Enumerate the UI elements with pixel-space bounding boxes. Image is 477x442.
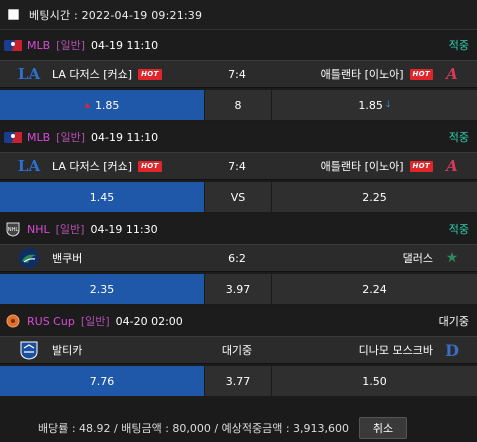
svg-text:NHL: NHL <box>8 227 19 233</box>
bet-time-label: 베팅시간 : 2022-04-19 09:21:39 <box>29 8 203 22</box>
league-type: [일반] <box>56 131 85 144</box>
odds-row: ▲ 1.85 8 1.85 🡓 <box>0 88 477 122</box>
match-score: 7:4 <box>228 159 246 173</box>
dynamo-logo-icon: D <box>445 340 459 360</box>
result-status: 적중 <box>448 39 469 52</box>
mlb-icon <box>4 129 22 145</box>
bet-slip-page: 베팅시간 : 2022-04-19 09:21:39 MLB [일반] 04-1… <box>0 0 477 442</box>
soccer-ball-icon <box>4 313 22 329</box>
league-type: [일반] <box>80 315 110 328</box>
draw-odds-value: VS <box>230 190 246 204</box>
result-status: 적중 <box>448 223 469 236</box>
home-odds-value: 7.76 <box>89 374 115 388</box>
odds-down-arrow-icon: 🡓 <box>385 100 391 110</box>
draw-odds-button[interactable]: 3.97 <box>205 274 271 304</box>
select-checkbox[interactable] <box>8 9 19 20</box>
result-status: 대기중 <box>438 315 469 328</box>
odds-row: 7.76 3.77 1.50 <box>0 364 477 398</box>
away-team-name: 디나모 모스크바 <box>358 344 433 357</box>
away-odds-value: 2.25 <box>362 190 387 204</box>
league-row: MLB [일반] 04-19 11:10 적중 <box>0 30 477 60</box>
away-odds-value: 2.24 <box>362 282 387 296</box>
league-row: NHL NHL [일반] 04-19 11:30 적중 <box>0 214 477 244</box>
home-odds-value: 1.85 <box>94 98 120 112</box>
away-odds-button[interactable]: 1.50 <box>272 366 477 396</box>
team-row: 밴쿠버 6:2 댈러스 ★ <box>0 244 477 272</box>
canucks-logo-icon <box>18 247 40 269</box>
bet-item: MLB [일반] 04-19 11:10 적중 LA LA 다저스 [커쇼] H… <box>0 30 477 122</box>
match-score: 7:4 <box>228 67 246 81</box>
mlb-icon <box>4 37 22 53</box>
away-team-name: 애틀랜타 [이노아] <box>320 160 404 173</box>
draw-odds-button[interactable]: VS <box>205 182 271 212</box>
bet-item: MLB [일반] 04-19 11:10 적중 LA LA 다저스 [커쇼] H… <box>0 122 477 214</box>
result-status: 적중 <box>448 131 469 144</box>
match-time: 04-19 11:10 <box>91 38 159 52</box>
team-row: LA LA 다저스 [커쇼] HOT 7:4 애틀랜타 [이노아] HOT A <box>0 60 477 88</box>
odds-row: 1.45 VS 2.25 <box>0 180 477 214</box>
match-time: 04-19 11:10 <box>91 130 159 144</box>
league-name: NHL <box>27 222 50 236</box>
away-team-name: 댈러스 <box>402 252 433 265</box>
league-name: MLB <box>27 130 51 144</box>
league-type: [일반] <box>55 223 85 236</box>
draw-odds-button[interactable]: 8 <box>205 90 271 120</box>
baltika-logo-icon <box>18 339 40 361</box>
draw-odds-button[interactable]: 3.77 <box>205 366 271 396</box>
home-odds-button[interactable]: 7.76 <box>0 366 204 396</box>
bet-item: NHL NHL [일반] 04-19 11:30 적중 밴쿠버 6:2 댈러스 … <box>0 214 477 306</box>
match-score: 6:2 <box>228 251 246 265</box>
hot-badge: HOT <box>138 160 162 172</box>
match-time: 04-20 02:00 <box>115 314 183 328</box>
home-team-name: 밴쿠버 <box>52 252 83 265</box>
home-odds-button[interactable]: 2.35 <box>0 274 204 304</box>
hot-badge: HOT <box>409 160 433 172</box>
away-team-name: 애틀랜타 [이노아] <box>320 68 404 81</box>
home-odds-button[interactable]: 1.45 <box>0 182 204 212</box>
draw-odds-value: 3.97 <box>225 282 251 296</box>
odds-up-arrow-icon: ▲ <box>84 101 90 109</box>
cancel-button[interactable]: 취소 <box>359 417 408 439</box>
hot-badge: HOT <box>138 68 162 80</box>
dodgers-logo-icon: LA <box>17 157 41 175</box>
match-time: 04-19 11:30 <box>90 222 158 236</box>
bet-summary-text: 배당률 : 48.92 / 배팅금액 : 80,000 / 예상적중금액 : 3… <box>38 422 350 435</box>
braves-logo-icon: A <box>446 157 458 175</box>
dodgers-logo-icon: LA <box>17 65 41 83</box>
bet-item: RUS Cup [일반] 04-20 02:00 대기중 발티카 대기중 디나모… <box>0 306 477 398</box>
league-name: RUS Cup <box>27 314 75 328</box>
team-row: LA LA 다저스 [커쇼] HOT 7:4 애틀랜타 [이노아] HOT A <box>0 152 477 180</box>
league-name: MLB <box>27 38 51 52</box>
nhl-icon: NHL <box>4 221 22 237</box>
away-odds-value: 1.85 <box>358 98 383 112</box>
team-row: 발티카 대기중 디나모 모스크바 D <box>0 336 477 364</box>
match-score: 대기중 <box>221 344 253 357</box>
home-odds-value: 2.35 <box>89 282 115 296</box>
league-row: MLB [일반] 04-19 11:10 적중 <box>0 122 477 152</box>
home-team-name: 발티카 <box>52 344 83 357</box>
braves-logo-icon: A <box>446 65 458 83</box>
away-odds-button[interactable]: 2.24 <box>272 274 477 304</box>
away-odds-button[interactable]: 2.25 <box>272 182 477 212</box>
away-odds-value: 1.50 <box>362 374 387 388</box>
away-odds-button[interactable]: 1.85 🡓 <box>272 90 477 120</box>
hot-badge: HOT <box>409 68 433 80</box>
draw-odds-value: 8 <box>234 98 242 112</box>
bet-summary-footer: 배당률 : 48.92 / 배팅금액 : 80,000 / 예상적중금액 : 3… <box>0 414 477 442</box>
stars-logo-icon: ★ <box>445 250 459 266</box>
draw-odds-value: 3.77 <box>225 374 251 388</box>
home-odds-value: 1.45 <box>89 190 115 204</box>
home-odds-button[interactable]: ▲ 1.85 <box>0 90 204 120</box>
league-row: RUS Cup [일반] 04-20 02:00 대기중 <box>0 306 477 336</box>
league-type: [일반] <box>56 39 85 52</box>
home-team-name: LA 다저스 [커쇼] <box>52 160 133 173</box>
home-team-name: LA 다저스 [커쇼] <box>52 68 133 81</box>
bet-header: 베팅시간 : 2022-04-19 09:21:39 <box>0 0 477 30</box>
odds-row: 2.35 3.97 2.24 <box>0 272 477 306</box>
